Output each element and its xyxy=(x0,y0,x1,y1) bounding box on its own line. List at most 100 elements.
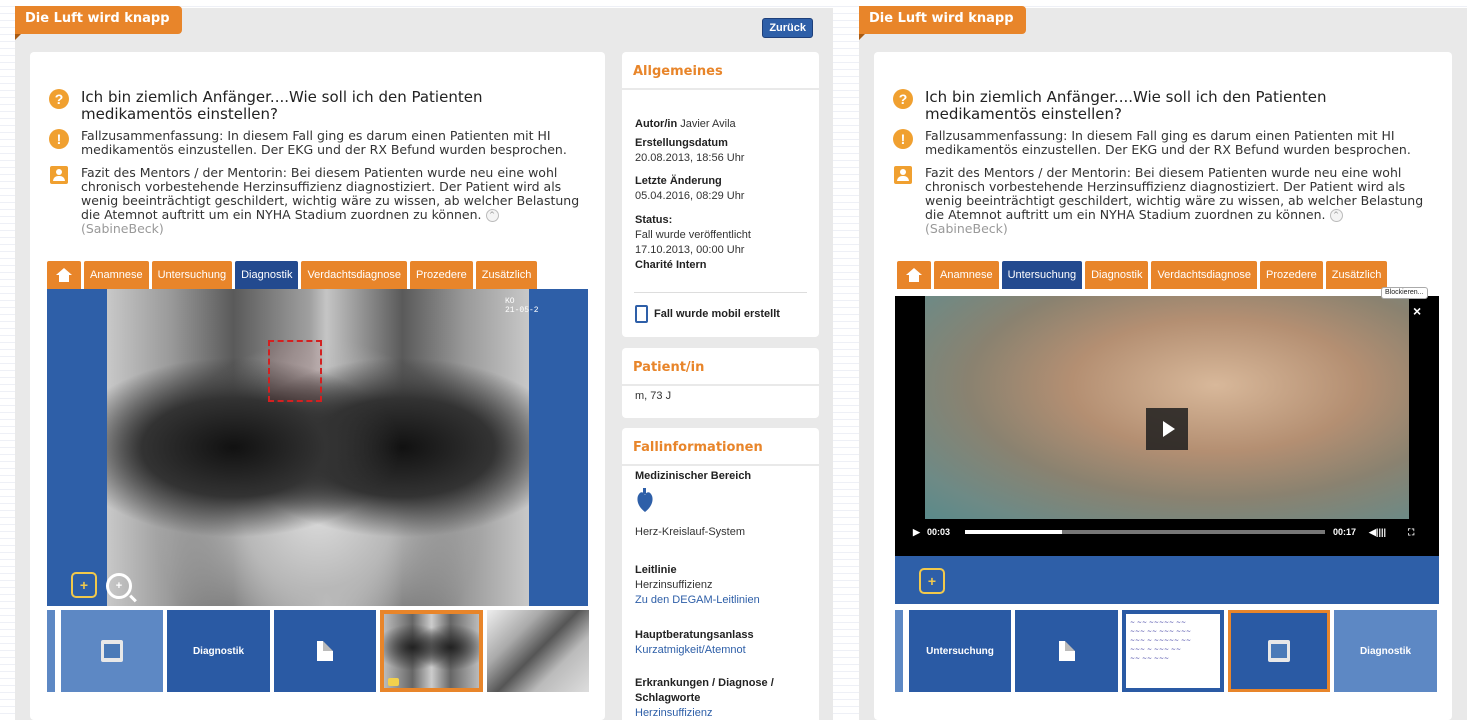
add-comment-icon[interactable]: + xyxy=(919,568,945,594)
play-small-icon[interactable]: ▶ xyxy=(913,521,920,543)
tab-diagnostik[interactable]: Diagnostik xyxy=(235,261,299,289)
summary-text: Fallzusammenfassung: In diesem Fall ging… xyxy=(925,128,1411,157)
tab-untersuchung[interactable]: Untersuchung xyxy=(151,261,233,289)
tab-diagnostik[interactable]: Diagnostik xyxy=(1085,261,1149,289)
mentor-row: Fazit des Mentors / der Mentorin: Bei di… xyxy=(894,166,1434,236)
tab-prozedere[interactable]: Prozedere xyxy=(410,261,473,289)
reason-block: Hauptberatungsanlass Kurzatmigkeit/Atemno… xyxy=(635,628,754,658)
patient-card: Patient/in m, 73 J xyxy=(622,348,819,418)
tab-verdachtsdiagnose[interactable]: Verdachtsdiagnose xyxy=(1151,261,1258,289)
guideline-value: Herzinsuffizienz xyxy=(635,579,713,591)
thumbnail-video-selected[interactable] xyxy=(1228,610,1330,692)
tab-zusaetzlich[interactable]: Zusätzlich xyxy=(1325,261,1388,289)
tab-anamnese[interactable]: Anamnese xyxy=(84,261,149,289)
handwritten-image: ~ ~~ ~~~~~ ~~ ~~~ ~~ ~~~ ~~~ ~~~ ~ ~~~~~ ~… xyxy=(1126,614,1220,688)
tab-home[interactable] xyxy=(897,261,931,289)
mobile-note: Fall wurde mobil erstellt xyxy=(635,305,780,323)
guideline-label: Leitlinie xyxy=(635,564,677,576)
mobile-icon xyxy=(635,305,648,323)
question-text: Ich bin ziemlich Anfänger....Wie soll ic… xyxy=(925,88,1327,123)
changed-value: 05.04.2016, 08:29 Uhr xyxy=(635,190,745,202)
summary-text: Fallzusammenfassung: In diesem Fall ging… xyxy=(81,128,567,157)
question-text: Ich bin ziemlich Anfänger....Wie soll ic… xyxy=(81,88,483,123)
collapse-icon[interactable]: ^ xyxy=(1329,209,1343,222)
thumbnail-document[interactable] xyxy=(1015,610,1118,692)
patient-title: Patient/in xyxy=(633,360,705,375)
mentor-text: Fazit des Mentors / der Mentorin: Bei di… xyxy=(925,165,1424,222)
mentor-block: Fazit des Mentors / der Mentorin: Bei di… xyxy=(81,166,590,236)
panel-title: Die Luft wird knapp xyxy=(15,6,182,40)
degam-link[interactable]: Zu den DEGAM-Leitlinien xyxy=(635,594,760,606)
close-icon[interactable]: × xyxy=(1413,303,1421,319)
thumbnail-diagnostik[interactable]: Diagnostik xyxy=(1334,610,1437,692)
tab-prozedere[interactable]: Prozedere xyxy=(1260,261,1323,289)
exclamation-icon: ! xyxy=(893,129,913,149)
case-content-card: ? Ich bin ziemlich Anfänger....Wie soll … xyxy=(30,52,605,720)
general-info-card: Allgemeines Autor/in Javier Avila Erstel… xyxy=(622,52,819,337)
thumbnail-handwritten-note[interactable]: ~ ~~ ~~~~~ ~~ ~~~ ~~ ~~~ ~~~ ~~~ ~ ~~~~~ ~… xyxy=(1122,610,1224,692)
status-block: Status: Fall wurde veröffentlicht 17.10.20… xyxy=(635,213,751,273)
author-label: Autor/in xyxy=(635,118,678,130)
med-value: Herz-Kreislauf-System xyxy=(635,526,746,538)
tab-bar: Anamnese Untersuchung Diagnostik Verdach… xyxy=(47,261,538,289)
thumbnail-document[interactable] xyxy=(274,610,376,692)
document-icon xyxy=(317,641,333,661)
back-button[interactable]: Zurück xyxy=(762,18,813,38)
tab-anamnese[interactable]: Anamnese xyxy=(934,261,999,289)
status-value: Fall wurde veröffentlicht xyxy=(635,229,751,241)
exclamation-icon: ! xyxy=(49,129,69,149)
thumbnail-untersuchung[interactable]: Untersuchung xyxy=(909,610,1011,692)
video-caption-strip: + xyxy=(895,556,1439,604)
block-popup-label[interactable]: Blockieren... xyxy=(1381,287,1428,299)
author-line: Autor/in Javier Avila xyxy=(635,117,736,132)
home-icon xyxy=(906,268,922,282)
med-label: Medizinischer Bereich xyxy=(635,470,752,482)
current-time: 00:03 xyxy=(927,527,951,537)
collapse-icon[interactable]: ^ xyxy=(485,209,499,222)
disease-label: Erkrankungen / Diagnose / Schlagworte xyxy=(635,677,774,704)
film-icon xyxy=(101,640,123,662)
thumbnail-diagnostik[interactable]: Diagnostik xyxy=(167,610,270,692)
patient-value: m, 73 J xyxy=(635,390,672,402)
question-row: ? Ich bin ziemlich Anfänger....Wie soll … xyxy=(893,89,1433,123)
fullscreen-icon[interactable]: ⛶ xyxy=(1408,521,1414,543)
xray-label: KO 21-05-2 xyxy=(505,297,539,315)
tab-verdachtsdiagnose[interactable]: Verdachtsdiagnose xyxy=(301,261,408,289)
guideline-block: Leitlinie Herzinsuffizienz Zu den DEGAM-Le… xyxy=(635,563,760,608)
case-content-card: ? Ich bin ziemlich Anfänger....Wie soll … xyxy=(874,52,1452,720)
mentor-icon xyxy=(894,166,912,184)
xray-image[interactable] xyxy=(107,289,529,606)
volume-icon[interactable]: ◀|||| xyxy=(1369,521,1386,543)
add-comment-icon[interactable]: + xyxy=(71,572,97,598)
tab-bar: Anamnese Untersuchung Diagnostik Verdach… xyxy=(897,261,1388,289)
mentor-icon xyxy=(50,166,68,184)
question-icon: ? xyxy=(893,89,913,109)
play-icon[interactable] xyxy=(1146,408,1188,450)
thumbnail-xray-2[interactable] xyxy=(487,610,589,692)
mentor-text: Fazit des Mentors / der Mentorin: Bei di… xyxy=(81,165,580,222)
tab-zusaetzlich[interactable]: Zusätzlich xyxy=(475,261,538,289)
thumbnail-partial[interactable] xyxy=(895,610,903,692)
mentor-block: Fazit des Mentors / der Mentorin: Bei di… xyxy=(925,166,1434,236)
reason-label: Hauptberatungsanlass xyxy=(635,629,754,641)
disease-link[interactable]: Herzinsuffizienz xyxy=(635,707,712,719)
reason-link[interactable]: Kurzatmigkeit/Atemnot xyxy=(635,644,746,656)
status-link[interactable]: Charité Intern xyxy=(635,259,707,271)
divider xyxy=(622,384,819,386)
status-label: Status: xyxy=(635,214,673,226)
disease-block: Erkrankungen / Diagnose / Schlagworte Her… xyxy=(635,676,800,721)
thumbnail-xray2-image xyxy=(487,610,589,692)
tab-untersuchung[interactable]: Untersuchung xyxy=(1001,261,1083,289)
created-block: Erstellungsdatum 20.08.2013, 18:56 Uhr xyxy=(635,136,744,166)
thumbnail-xray-selected[interactable] xyxy=(380,610,483,692)
panel-title: Die Luft wird knapp xyxy=(859,6,1026,40)
thumbnail-partial[interactable] xyxy=(47,610,55,692)
duration: 00:17 xyxy=(1333,527,1357,537)
thumbnail-video[interactable] xyxy=(61,610,163,692)
zoom-icon[interactable]: + xyxy=(106,573,132,599)
annotation-region[interactable] xyxy=(268,340,322,402)
tab-home[interactable] xyxy=(47,261,81,289)
changed-label: Letzte Änderung xyxy=(635,175,722,187)
created-label: Erstellungsdatum xyxy=(635,137,728,149)
author-name: Javier Avila xyxy=(680,118,736,130)
